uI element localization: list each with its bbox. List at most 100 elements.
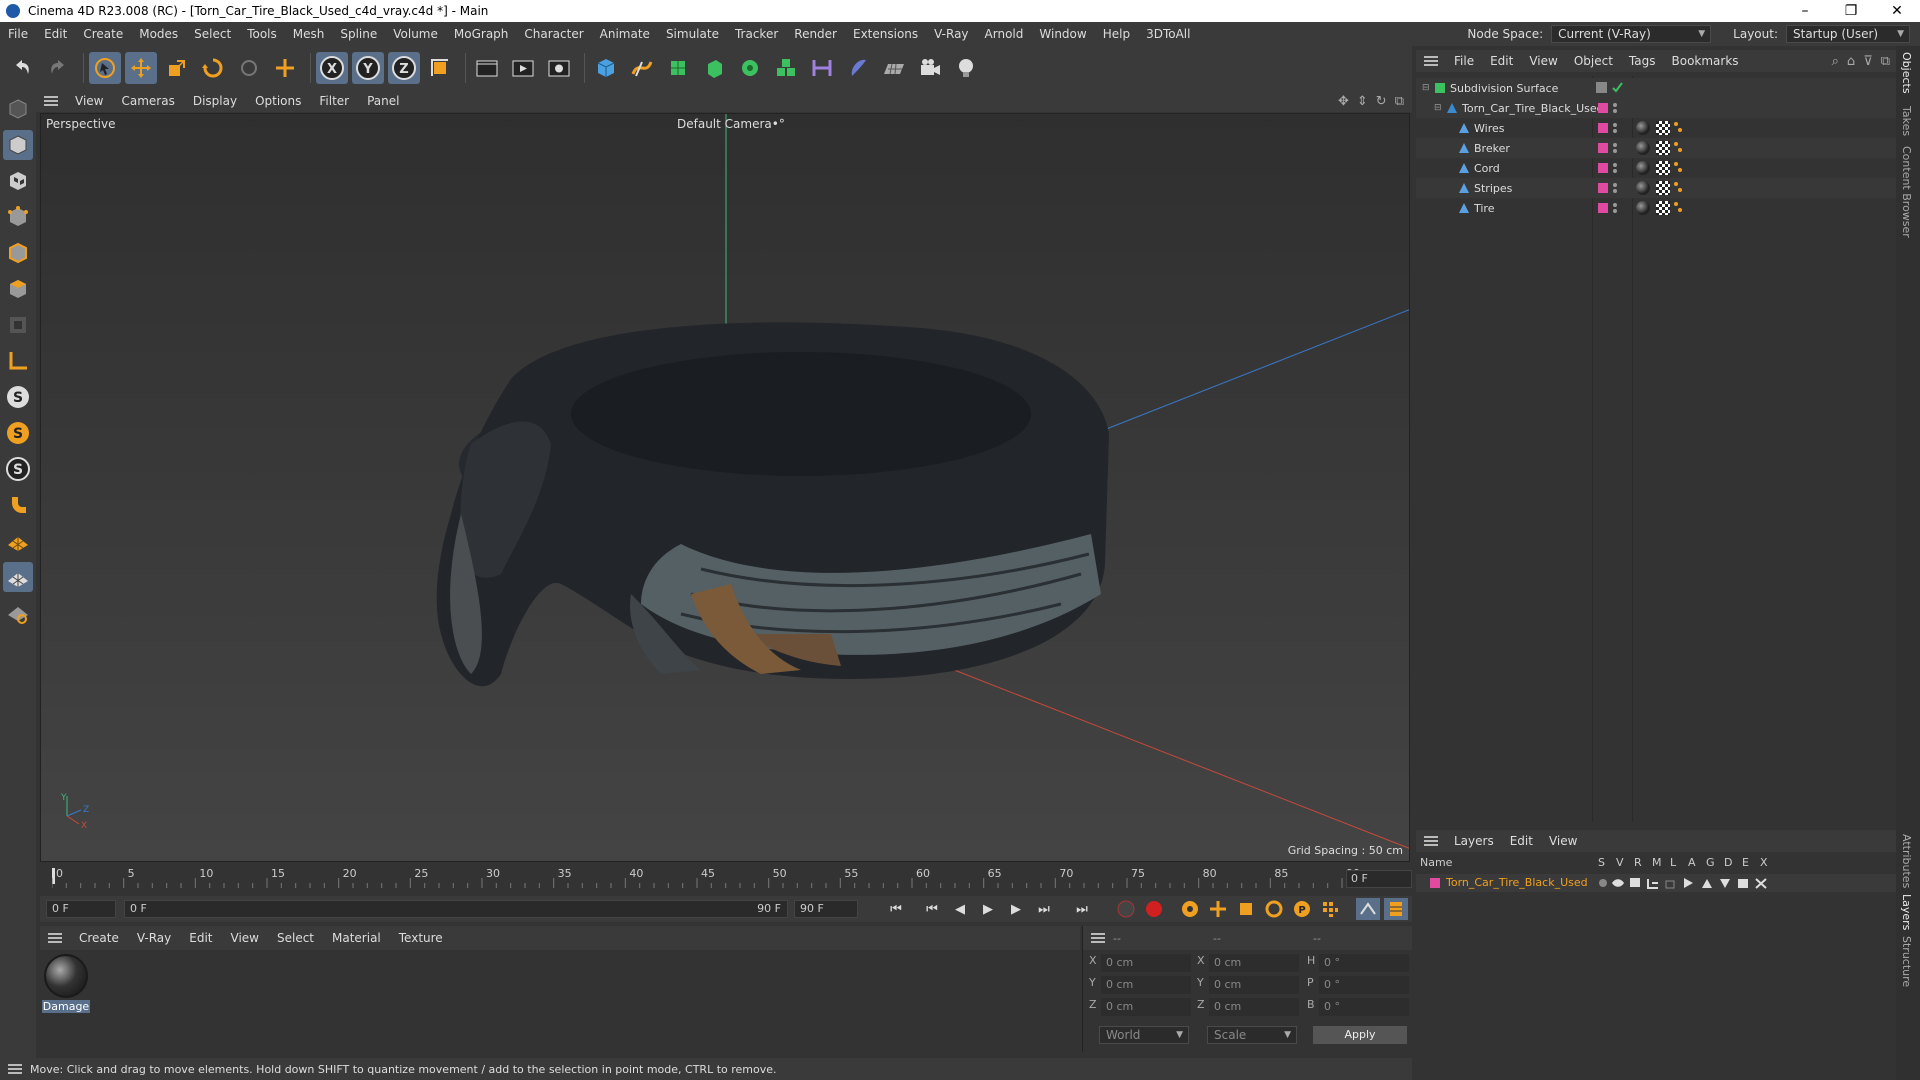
fracture-icon[interactable]: [770, 52, 802, 84]
camera-label[interactable]: Default Camera•°: [677, 117, 785, 131]
cloner-icon[interactable]: [734, 52, 766, 84]
search-icon[interactable]: ⌕: [1832, 54, 1839, 69]
measure-icon[interactable]: [806, 52, 838, 84]
editor-visibility-dot[interactable]: [1613, 183, 1617, 187]
material-menu-view[interactable]: View: [222, 931, 268, 945]
menu-mesh[interactable]: Mesh: [285, 27, 333, 41]
extrude-icon[interactable]: [698, 52, 730, 84]
y-axis-icon[interactable]: Y: [352, 52, 384, 84]
x-axis-icon[interactable]: X: [316, 52, 348, 84]
collapse-icon[interactable]: ⊟: [1422, 83, 1434, 93]
hamburger-menu-icon[interactable]: [48, 933, 62, 943]
pen-spline-icon[interactable]: [626, 52, 658, 84]
menu-window[interactable]: Window: [1031, 27, 1094, 41]
object-row-tire-group[interactable]: ⊟ Torn_Car_Tire_Black_Used: [1416, 98, 1896, 118]
menu-file[interactable]: File: [0, 27, 36, 41]
collapse-icon[interactable]: ⊟: [1434, 103, 1446, 113]
editor-visibility-dot[interactable]: [1613, 143, 1617, 147]
dolly-icon[interactable]: ⇕: [1357, 94, 1368, 109]
next-frame-icon[interactable]: ▶: [1004, 898, 1028, 920]
menu-select[interactable]: Select: [186, 27, 239, 41]
menu-help[interactable]: Help: [1095, 27, 1138, 41]
magnet-icon[interactable]: [3, 490, 33, 520]
apply-button[interactable]: Apply: [1313, 1026, 1407, 1044]
material-menu-edit[interactable]: Edit: [180, 931, 221, 945]
menu-spline[interactable]: Spline: [332, 27, 385, 41]
subdivision-icon[interactable]: [662, 52, 694, 84]
3d-viewport[interactable]: Y Z X Perspective Default Camera•° Grid …: [40, 113, 1410, 862]
material-name[interactable]: Damage: [42, 1000, 90, 1013]
render-visibility-dot[interactable]: [1613, 149, 1617, 153]
redo-icon[interactable]: [42, 52, 74, 84]
menu-modes[interactable]: Modes: [131, 27, 186, 41]
render-visibility-dot[interactable]: [1613, 169, 1617, 173]
play-icon[interactable]: ▶: [976, 898, 1000, 920]
timeline-ruler[interactable]: 051015202530354045505560657075808590: [40, 864, 1412, 890]
object-name[interactable]: Torn_Car_Tire_Black_Used: [1462, 102, 1604, 115]
scheme-icon[interactable]: [1356, 898, 1380, 920]
material-tag-icon[interactable]: [1636, 141, 1650, 155]
undo-icon[interactable]: [6, 52, 38, 84]
menu-animate[interactable]: Animate: [592, 27, 658, 41]
material-menu-create[interactable]: Create: [70, 931, 128, 945]
menu-character[interactable]: Character: [516, 27, 591, 41]
menu-extensions[interactable]: Extensions: [845, 27, 926, 41]
layers-menu-view[interactable]: View: [1541, 834, 1585, 848]
material-tag-icon[interactable]: [1636, 121, 1650, 135]
coordinate-type-dropdown[interactable]: Scale ▼: [1207, 1026, 1297, 1044]
object-row-subdivision[interactable]: ⊟ Subdivision Surface: [1416, 78, 1896, 98]
polygons-mode-icon[interactable]: [3, 274, 33, 304]
menu-simulate[interactable]: Simulate: [658, 27, 727, 41]
render-view-icon[interactable]: [471, 52, 503, 84]
phong-tag-icon[interactable]: [1674, 162, 1678, 166]
visibility-toggles[interactable]: [1596, 81, 1626, 95]
position-y-field[interactable]: 0 cm: [1101, 976, 1191, 994]
new-window-icon[interactable]: ⧉: [1881, 54, 1890, 69]
points-mode-icon[interactable]: [3, 202, 33, 232]
object-row-cord[interactable]: Cord: [1416, 158, 1896, 178]
keyframe-selection-icon[interactable]: [1178, 898, 1202, 920]
editor-visibility-dot[interactable]: [1613, 103, 1617, 107]
key-rotation-icon[interactable]: [1262, 898, 1286, 920]
om-menu-object[interactable]: Object: [1566, 54, 1621, 68]
node-space-dropdown[interactable]: Current (V-Ray) ▼: [1551, 25, 1712, 43]
phong-tag-icon[interactable]: [1674, 182, 1678, 186]
uvw-tag-icon[interactable]: [1656, 181, 1670, 195]
key-pla-icon[interactable]: [1318, 898, 1342, 920]
filter-icon[interactable]: ⊽: [1863, 54, 1873, 69]
move-icon[interactable]: [125, 52, 157, 84]
om-menu-edit[interactable]: Edit: [1482, 54, 1521, 68]
material-menu-select[interactable]: Select: [268, 931, 323, 945]
hamburger-menu-icon[interactable]: [1091, 933, 1105, 943]
tab-attributes[interactable]: Attributes: [1900, 834, 1913, 888]
position-z-field[interactable]: 0 cm: [1101, 998, 1191, 1016]
editor-visibility-dot[interactable]: [1613, 203, 1617, 207]
previous-frame-icon[interactable]: ◀: [948, 898, 972, 920]
hamburger-menu-icon[interactable]: [1424, 836, 1438, 846]
rotate-icon[interactable]: [197, 52, 229, 84]
position-x-field[interactable]: 0 cm: [1101, 954, 1191, 972]
axis-mode-icon[interactable]: [3, 346, 33, 376]
current-frame-field[interactable]: 0 F: [46, 900, 116, 918]
snap-settings-icon[interactable]: S: [3, 454, 33, 484]
layer-name[interactable]: Torn_Car_Tire_Black_Used: [1446, 876, 1588, 889]
object-row-stripes[interactable]: Stripes: [1416, 178, 1896, 198]
layer-toggles[interactable]: [1598, 876, 1778, 890]
size-z-field[interactable]: 0 cm: [1209, 998, 1299, 1016]
size-x-field[interactable]: 0 cm: [1209, 954, 1299, 972]
om-menu-bookmarks[interactable]: Bookmarks: [1664, 54, 1747, 68]
material-menu-vray[interactable]: V-Ray: [128, 931, 180, 945]
layout-dropdown[interactable]: Startup (User) ▼: [1786, 25, 1910, 43]
minimize-button[interactable]: –: [1782, 0, 1828, 22]
tab-structure[interactable]: Structure: [1900, 936, 1913, 987]
orbit-icon[interactable]: ↻: [1376, 94, 1387, 109]
render-visibility-dot[interactable]: [1613, 109, 1617, 113]
layer-color-swatch[interactable]: [1430, 878, 1440, 888]
make-editable-icon[interactable]: [3, 94, 33, 124]
light-icon[interactable]: [950, 52, 982, 84]
menu-tracker[interactable]: Tracker: [727, 27, 786, 41]
go-to-start-icon[interactable]: ⏮: [884, 898, 908, 920]
phong-tag-icon[interactable]: [1678, 188, 1682, 192]
material-tag-icon[interactable]: [1636, 161, 1650, 175]
phong-tag-icon[interactable]: [1674, 202, 1678, 206]
